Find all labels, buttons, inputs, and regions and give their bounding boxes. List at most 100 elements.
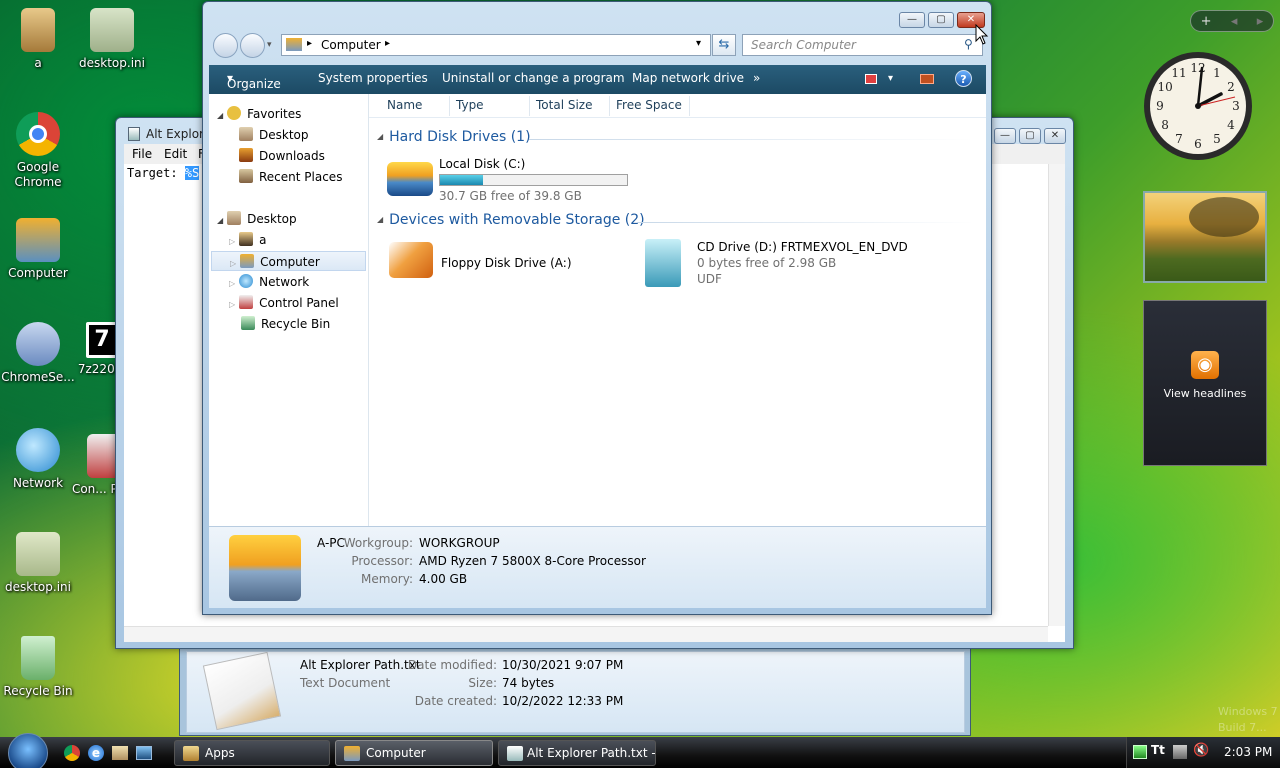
star-icon (227, 106, 242, 120)
address-dropdown-icon[interactable]: ▾ (696, 38, 701, 49)
tree-computer[interactable]: ▷ Computer (211, 251, 366, 271)
slideshow-gadget[interactable] (1143, 191, 1267, 283)
cd-drive-name: CD Drive (D:) FRTMEXVOL_EN_DVD (697, 240, 908, 254)
views-icon[interactable] (865, 74, 877, 84)
tree-favorites-desktop[interactable]: Desktop (239, 125, 309, 145)
quick-launch-show-desktop-icon[interactable] (136, 746, 152, 760)
taskbar-button-apps[interactable]: Apps (174, 740, 330, 766)
quick-launch-explorer-icon[interactable] (112, 746, 128, 760)
refresh-button[interactable]: ⇆ (712, 34, 736, 56)
horizontal-scrollbar[interactable] (124, 626, 1048, 642)
search-icon[interactable]: ⚲ (964, 37, 973, 51)
views-dropdown-icon[interactable]: ▾ (888, 73, 893, 84)
clock-number: 3 (1232, 99, 1240, 113)
notepad-close-button[interactable]: ✕ (1044, 128, 1066, 144)
column-name[interactable]: Name (387, 98, 422, 112)
minimize-button[interactable]: — (899, 12, 925, 28)
clock-gadget[interactable]: 12 12 3 45678 9 1011 (1142, 48, 1254, 174)
column-free-space[interactable]: Free Space (616, 98, 682, 112)
column-total-size[interactable]: Total Size (536, 98, 592, 112)
notepad-minimize-button[interactable]: — (994, 128, 1016, 144)
tree-control-panel[interactable]: ▷ Control Panel (229, 293, 339, 313)
clock-number: 9 (1156, 99, 1164, 113)
add-gadget-button[interactable]: + (1201, 14, 1212, 29)
desktop-icon-desktop-ini[interactable]: desktop.ini (74, 8, 150, 71)
taskbar-clock[interactable]: 2:03 PM (1224, 745, 1272, 759)
forward-button[interactable] (240, 33, 265, 58)
network-icon (239, 274, 254, 288)
cd-drive-item[interactable]: CD Drive (D:) FRTMEXVOL_EN_DVD 0 bytes f… (641, 237, 961, 293)
tray-font-icon[interactable]: Tt (1151, 743, 1165, 757)
tree-downloads[interactable]: Downloads (239, 146, 325, 166)
system-properties-button[interactable]: System properties (318, 71, 428, 85)
local-disk-item[interactable]: Local Disk (C:) 30.7 GB free of 39.8 GB (385, 154, 635, 206)
quick-launch-chrome-icon[interactable] (64, 745, 80, 761)
floppy-drive-item[interactable]: Floppy Disk Drive (A:) (385, 240, 605, 288)
volume-muted-icon[interactable]: 🔇 (1193, 743, 1209, 758)
preview-pane-icon[interactable] (920, 74, 934, 84)
clock-number: 6 (1194, 137, 1202, 151)
desktop-icon-label: Computer (8, 266, 68, 280)
column-divider (529, 96, 530, 116)
column-type[interactable]: Type (456, 98, 484, 112)
quick-launch-ie-icon[interactable]: e (88, 745, 104, 761)
maximize-button[interactable]: ▢ (928, 12, 954, 28)
floppy-drive-name: Floppy Disk Drive (A:) (441, 256, 572, 270)
desktop-icon-computer[interactable]: Computer (0, 218, 76, 281)
desktop-icon-desktop-ini-2[interactable]: desktop.ini (0, 532, 76, 595)
menu-edit[interactable]: Edit (164, 147, 187, 161)
taskbar-button-computer[interactable]: Computer (335, 740, 493, 766)
recycle-bin-icon (241, 316, 255, 330)
organize-menu[interactable]: Organize ▾ (227, 71, 281, 91)
date-created-label: Date created: (414, 694, 497, 708)
explorer-window[interactable]: — ▢ ✕ ▾ ▸ Computer ▸ ▾ ⇆ Search Computer… (202, 1, 992, 615)
search-box[interactable]: Search Computer ⚲ (742, 34, 983, 56)
tree-recycle-bin[interactable]: Recycle Bin (241, 314, 330, 334)
desktop-icon-label: Google Chrome (14, 160, 62, 189)
tree-recent-places[interactable]: Recent Places (239, 167, 342, 187)
start-button[interactable] (8, 733, 48, 768)
recent-pages-dropdown[interactable]: ▾ (267, 40, 272, 50)
navigation-pane[interactable]: ◢ Favorites Desktop Downloads Recent Plac… (209, 94, 369, 526)
sidebar-controls: + ◂ ▸ (1190, 10, 1274, 32)
back-button[interactable] (213, 33, 238, 58)
desktop-icon-google-chrome[interactable]: Google Chrome (0, 112, 76, 190)
folder-icon (21, 8, 55, 52)
help-icon[interactable]: ? (955, 70, 972, 87)
tree-favorites[interactable]: ◢ Favorites (217, 104, 301, 124)
desktop-icon-label: a (34, 56, 42, 70)
prev-gadget-button[interactable]: ◂ (1231, 14, 1238, 29)
search-placeholder: Search Computer (751, 38, 856, 52)
menu-file[interactable]: File (132, 147, 152, 161)
taskbar-button-notepad[interactable]: Alt Explorer Path.txt - ... (498, 740, 656, 766)
group-divider (529, 139, 974, 140)
address-bar[interactable]: ▸ Computer ▸ ▾ (281, 34, 711, 56)
group-removable-storage[interactable]: ◢ Devices with Removable Storage (2) (377, 212, 645, 228)
memory-label: Memory: (361, 572, 413, 586)
feed-headlines-gadget[interactable]: ◉ View headlines (1143, 300, 1267, 466)
address-computer[interactable]: Computer (321, 38, 381, 52)
desktop-icon-label: Network (12, 476, 64, 490)
notification-area: Tt 🔇 2:03 PM (1126, 737, 1280, 768)
notepad-icon (507, 746, 523, 761)
cd-drive-filesystem: UDF (697, 272, 722, 286)
notepad-maximize-button[interactable]: ▢ (1019, 128, 1041, 144)
map-network-drive-button[interactable]: Map network drive (632, 71, 744, 85)
tree-network[interactable]: ▷ Network (229, 272, 309, 292)
desktop-icon-network[interactable]: Network (0, 428, 76, 491)
tree-desktop[interactable]: ◢ Desktop (217, 209, 297, 229)
uninstall-program-button[interactable]: Uninstall or change a program (442, 71, 625, 85)
network-status-icon[interactable] (1173, 745, 1187, 759)
computer-icon (286, 38, 302, 51)
tree-user-a[interactable]: ▷ a (229, 230, 267, 250)
more-commands-button[interactable]: » (753, 71, 760, 85)
vertical-scrollbar[interactable] (1048, 164, 1065, 626)
desktop-icon-recycle-bin[interactable]: Recycle Bin (0, 636, 76, 699)
desktop-icon-label: desktop.ini (5, 580, 71, 594)
next-gadget-button[interactable]: ▸ (1257, 14, 1264, 29)
desktop-icon-a[interactable]: a (0, 8, 76, 71)
content-pane[interactable]: Name Type Total Size Free Space ◢ Hard Di… (369, 94, 986, 526)
language-bar-icon[interactable] (1133, 745, 1147, 759)
local-disk-free: 30.7 GB free of 39.8 GB (439, 189, 582, 203)
group-hard-disk-drives[interactable]: ◢ Hard Disk Drives (1) (377, 129, 531, 145)
